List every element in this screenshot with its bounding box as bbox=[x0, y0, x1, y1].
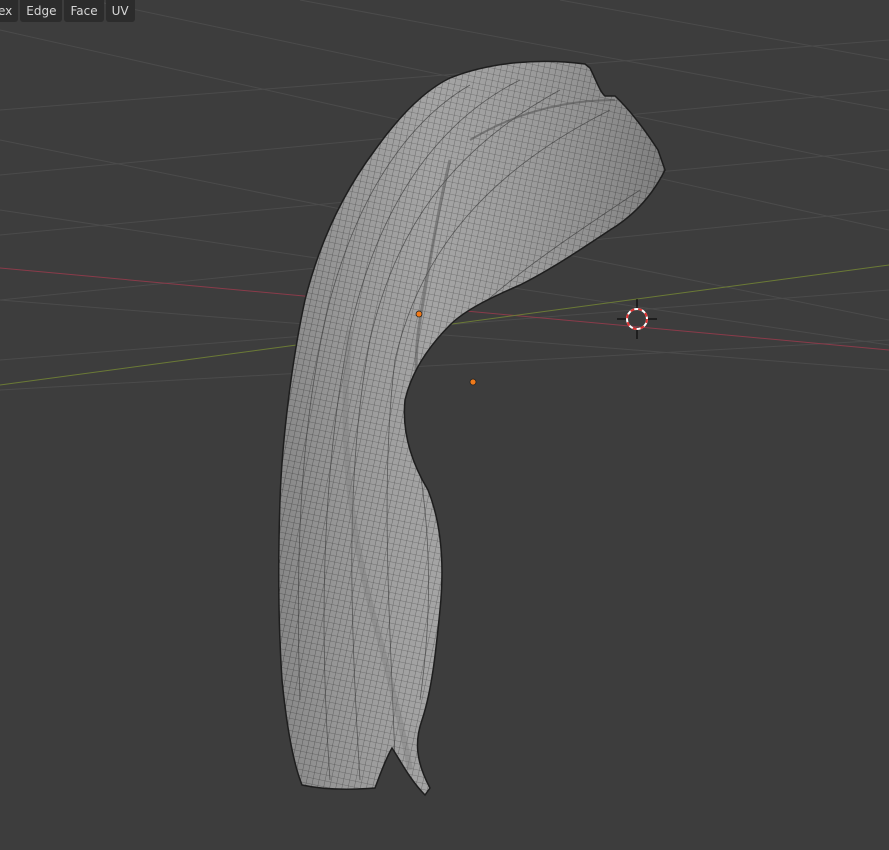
menu-vertex[interactable]: ex bbox=[0, 0, 19, 22]
menu-edge[interactable]: Edge bbox=[20, 0, 63, 22]
viewport-scene[interactable] bbox=[0, 0, 889, 850]
object-origin-dot[interactable] bbox=[415, 310, 423, 318]
sculpted-sleeve-mesh[interactable] bbox=[270, 55, 670, 800]
menu-uv[interactable]: UV bbox=[105, 0, 135, 22]
header-menu-bar: ex Edge Face UV bbox=[0, 0, 135, 22]
3d-viewport[interactable]: ex Edge Face UV bbox=[0, 0, 889, 850]
object-origin-dot-secondary[interactable] bbox=[469, 378, 477, 386]
menu-face[interactable]: Face bbox=[64, 0, 104, 22]
